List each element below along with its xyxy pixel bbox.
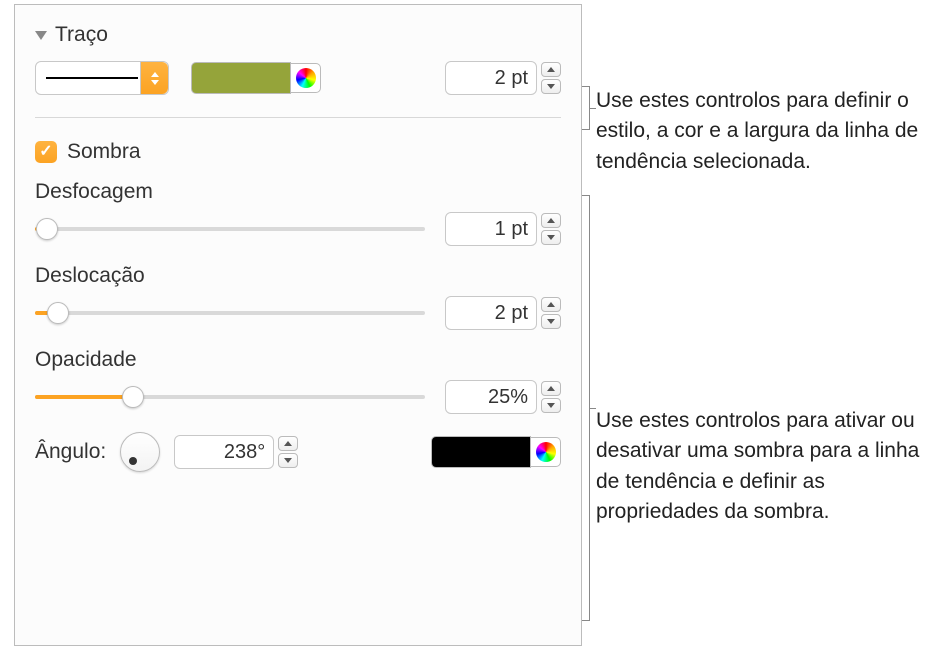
stroke-controls-row: 2 pt (35, 61, 561, 95)
stroke-style-dropdown[interactable] (35, 61, 169, 95)
stroke-title: Traço (55, 23, 108, 47)
blur-block: Desfocagem 1 pt (35, 180, 561, 246)
blur-down[interactable] (541, 230, 561, 245)
offset-down[interactable] (541, 314, 561, 329)
angle-input[interactable]: 238° (174, 435, 274, 469)
stroke-width-input[interactable]: 2 pt (445, 61, 537, 95)
opacity-label: Opacidade (35, 348, 561, 372)
checkmark-icon: ✓ (39, 144, 52, 160)
blur-label: Desfocagem (35, 180, 561, 204)
opacity-stepper: 25% (445, 380, 561, 414)
stroke-width-up[interactable] (541, 62, 561, 77)
disclosure-down-icon (35, 31, 47, 40)
blur-input[interactable]: 1 pt (445, 212, 537, 246)
shadow-color-wheel-button[interactable] (531, 437, 561, 467)
angle-row: Ângulo: 238° (35, 432, 561, 472)
shadow-checkbox[interactable]: ✓ (35, 141, 57, 163)
stroke-width-down[interactable] (541, 79, 561, 94)
opacity-slider[interactable] (35, 386, 425, 408)
color-wheel-icon (536, 442, 556, 462)
angle-indicator-icon (129, 457, 137, 465)
opacity-up[interactable] (541, 381, 561, 396)
blur-up[interactable] (541, 213, 561, 228)
slider-thumb-icon[interactable] (122, 386, 144, 408)
blur-slider[interactable] (35, 218, 425, 240)
stroke-section-header[interactable]: Traço (35, 23, 561, 47)
offset-input[interactable]: 2 pt (445, 296, 537, 330)
angle-label: Ângulo: (35, 440, 106, 464)
shadow-label: Sombra (67, 140, 141, 164)
blur-stepper: 1 pt (445, 212, 561, 246)
stroke-line-preview-icon (46, 77, 138, 79)
stroke-color-picker[interactable] (191, 62, 321, 94)
offset-block: Deslocação 2 pt (35, 264, 561, 330)
shadow-color-picker[interactable] (431, 436, 561, 468)
shadow-checkbox-row: ✓ Sombra (35, 140, 561, 164)
callout-bracket-icon (582, 195, 590, 621)
offset-up[interactable] (541, 297, 561, 312)
offset-label: Deslocação (35, 264, 561, 288)
color-wheel-icon (296, 68, 316, 88)
stroke-width-stepper: 2 pt (445, 61, 561, 95)
opacity-down[interactable] (541, 398, 561, 413)
angle-up[interactable] (278, 436, 298, 451)
callout-shadow: Use estes controlos para ativar ou desat… (596, 406, 936, 528)
dropdown-toggle-icon (140, 62, 168, 94)
slider-thumb-icon[interactable] (47, 302, 69, 324)
offset-stepper: 2 pt (445, 296, 561, 330)
slider-thumb-icon[interactable] (36, 218, 58, 240)
stroke-color-well[interactable] (191, 62, 291, 94)
offset-slider[interactable] (35, 302, 425, 324)
callout-bracket-icon (582, 86, 590, 130)
divider (35, 117, 561, 118)
stroke-color-wheel-button[interactable] (291, 63, 321, 93)
inspector-panel: Traço 2 pt ✓ Sombra (14, 4, 582, 646)
angle-stepper: 238° (174, 435, 298, 469)
stroke-width-spinner (541, 62, 561, 94)
callout-stroke: Use estes controlos para definir o estil… (596, 86, 936, 177)
opacity-block: Opacidade 25% (35, 348, 561, 414)
opacity-input[interactable]: 25% (445, 380, 537, 414)
angle-dial[interactable] (120, 432, 160, 472)
shadow-color-well[interactable] (431, 436, 531, 468)
angle-down[interactable] (278, 453, 298, 468)
